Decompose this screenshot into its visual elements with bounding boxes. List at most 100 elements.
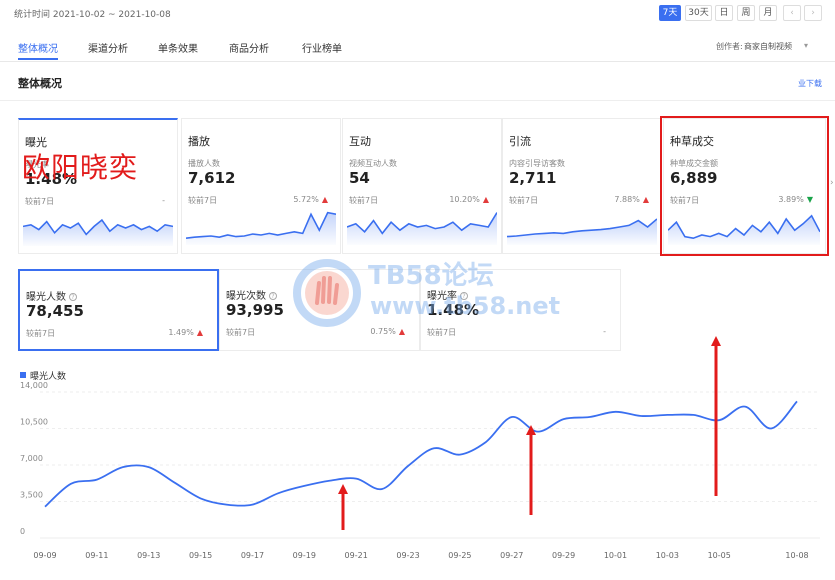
metric-card-change: - (162, 196, 165, 205)
tab-single-effect[interactable]: 单条效果 (158, 40, 198, 55)
annotation-highlight-box (660, 116, 829, 256)
sub-metric-compare-label: 较前7日 (26, 329, 56, 338)
sub-metric-compare-label: 较前7日 (427, 328, 457, 337)
sub-metric-change-value: 0.75% (370, 327, 396, 336)
x-tick-label: 09-13 (137, 551, 160, 560)
x-tick-label: 09-09 (33, 551, 56, 560)
metric-card-compare-label: 较前7日 (25, 197, 55, 206)
metric-card-change-value: 10.20% (449, 195, 480, 204)
range-7-days-button[interactable]: 7天 (659, 5, 681, 21)
tab-industry-ranking[interactable]: 行业榜单 (302, 40, 342, 55)
arrow-up-icon: ▲ (196, 328, 203, 337)
tab-channel-analysis[interactable]: 渠道分析 (88, 40, 128, 55)
x-tick-label: 10-03 (656, 551, 679, 560)
watermark-text: TB58论坛 (368, 261, 494, 291)
metric-card-change-value: - (162, 196, 165, 205)
active-tab-indicator (18, 58, 58, 60)
metric-card-title: 引流 (509, 135, 531, 148)
sub-metric-change: 0.75% ▲ (370, 327, 405, 336)
range-30-days-button[interactable]: 30天 (685, 5, 712, 21)
arrow-up-icon: ▲ (642, 195, 649, 204)
section-divider (0, 100, 835, 101)
download-label: 业下载 (798, 79, 822, 88)
metric-card-subtitle: 播放人数 (188, 159, 220, 168)
metric-card-play[interactable]: 播放 播放人数 7,612 较前7日 5.72% ▲ (181, 118, 341, 254)
x-tick-label: 09-27 (500, 551, 523, 560)
y-tick-label: 10,500 (20, 418, 48, 427)
metric-card-value: 2,711 (509, 169, 557, 187)
prev-page-button[interactable]: ‹ (783, 5, 801, 21)
arrow-up-icon: ▲ (398, 327, 405, 336)
annotation-arrow-icon (711, 336, 721, 496)
metric-card-value: 54 (349, 169, 370, 187)
watermark-logo-icon (293, 259, 361, 327)
metric-card-interaction[interactable]: 互动视频互动人数 54 较前7日 10.20% ▲ (342, 118, 502, 254)
legend-swatch (20, 372, 26, 378)
download-button[interactable]: 业下载 (798, 78, 822, 89)
next-page-button[interactable]: › (804, 5, 822, 21)
metric-card-change: 5.72% ▲ (293, 195, 328, 204)
help-icon[interactable]: ? (69, 293, 77, 301)
tab-overview[interactable]: 整体概况 (18, 40, 58, 55)
tab-product-analysis[interactable]: 商品分析 (229, 40, 269, 55)
sub-metric-value: 93,995 (226, 301, 284, 319)
metric-sparkline (507, 218, 657, 245)
creator-select-value: 商家自制视频 (744, 42, 792, 51)
metric-card-change: 10.20% ▲ (449, 195, 489, 204)
metric-card-compare-label: 较前7日 (349, 196, 379, 205)
metric-card-subtitle: 内容引导访客数 (509, 159, 565, 168)
sub-metric-title: 曝光人数? (26, 288, 77, 303)
x-tick-label: 09-29 (552, 551, 575, 560)
help-icon[interactable]: ? (269, 292, 277, 300)
x-tick-label: 09-15 (189, 551, 212, 560)
x-tick-label: 10-08 (785, 551, 808, 560)
overlay-name-text: 欧阳晓奕 (22, 151, 139, 184)
exposure-line-chart: 0 3,500 7,000 10,500 14,000 09-09 09-11 09-13 09… (20, 336, 820, 560)
chevron-left-icon: ‹ (790, 8, 794, 18)
metric-card-exposure[interactable]: 曝光 曝光率 1.48% 较前7日 - (18, 118, 178, 254)
y-tick-label: 7,000 (20, 454, 43, 463)
chevron-down-icon: ▾ (804, 41, 809, 50)
x-tick-label: 09-19 (293, 551, 316, 560)
sub-metric-change: - (603, 327, 606, 336)
arrow-up-icon: ▲ (321, 195, 328, 204)
metric-card-traffic[interactable]: 引流内容引导访客数 2,711 较前7日 7.88% ▲ (502, 118, 662, 254)
sub-metric-value: 78,455 (26, 302, 84, 320)
metric-card-subtitle: 视频互动人数 (349, 159, 397, 168)
metric-sparkline (186, 211, 336, 245)
x-tick-label: 10-01 (604, 551, 627, 560)
arrow-up-icon: ▲ (482, 195, 489, 204)
annotation-arrow-icon (338, 484, 348, 530)
metric-sparkline (23, 218, 173, 246)
y-tick-label: 0 (20, 527, 25, 536)
x-tick-label: 09-11 (85, 551, 108, 560)
x-tick-label: 09-17 (241, 551, 264, 560)
cards-scroll-right-icon[interactable]: › (830, 178, 834, 188)
x-tick-label: 10-05 (708, 551, 731, 560)
metric-card-title: 互动 (349, 135, 371, 148)
metric-card-compare-label: 较前7日 (188, 196, 218, 205)
range-week-button[interactable]: 周 (737, 5, 755, 21)
range-day-button[interactable]: 日 (715, 5, 733, 21)
nav-divider (0, 61, 835, 62)
x-tick-label: 09-23 (396, 551, 419, 560)
x-tick-label: 09-25 (448, 551, 471, 560)
metric-card-change-value: 7.88% (614, 195, 640, 204)
section-title: 整体概况 (18, 77, 62, 90)
sub-metric-change-value: 1.49% (168, 328, 194, 337)
metric-card-title: 播放 (188, 135, 210, 148)
y-tick-label: 14,000 (20, 381, 48, 390)
metric-card-compare-label: 较前7日 (509, 196, 539, 205)
creator-label: 创作者: (716, 42, 743, 51)
sub-metric-compare-label: 较前7日 (226, 328, 256, 337)
sub-metric-change-value: - (603, 327, 606, 336)
x-tick-label: 09-21 (345, 551, 368, 560)
chevron-right-icon: › (811, 8, 815, 18)
metric-sparkline (347, 212, 497, 245)
range-month-button[interactable]: 月 (759, 5, 777, 21)
series-line-exposure (44, 400, 798, 508)
metric-card-change-value: 5.72% (293, 195, 319, 204)
sub-metric-card-reach[interactable]: 曝光人数? 78,455 较前7日 1.49% ▲ (18, 269, 219, 351)
stat-time: 统计时间 2021-10-02 ~ 2021-10-08 (14, 10, 171, 20)
watermark-url: www.tb58.net (370, 292, 561, 320)
